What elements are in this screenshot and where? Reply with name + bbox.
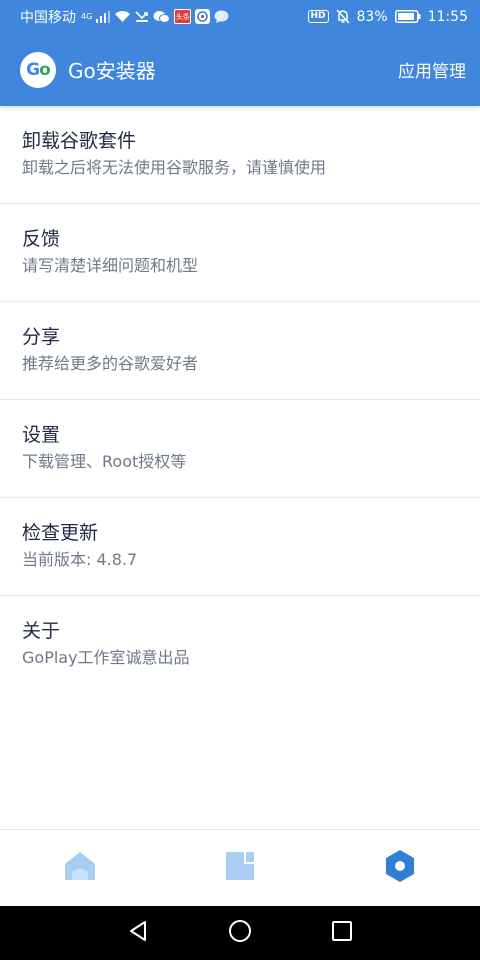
menu-item-title: 关于: [22, 620, 61, 642]
menu-item-subtitle: GoPlay工作室诚意出品: [22, 648, 190, 667]
document-icon: [224, 850, 256, 886]
home-icon: [63, 850, 97, 886]
system-navigation-bar: [0, 906, 480, 960]
clock-time: 11:55: [427, 8, 468, 25]
logo-letter-g: G: [26, 59, 40, 80]
status-left: 中国移动 4G 头条: [20, 7, 229, 27]
carrier-label: 中国移动: [20, 9, 76, 26]
network-type-label: 4G: [81, 12, 93, 21]
menu-item-share[interactable]: 分享 推荐给更多的谷歌爱好者: [0, 302, 480, 400]
battery-percent: 83%: [356, 8, 388, 25]
menu-item-title: 分享: [22, 326, 61, 348]
wechat-icon: [153, 10, 171, 24]
menu-item-subtitle: 推荐给更多的谷歌爱好者: [22, 354, 199, 373]
news-app-icon: 头条: [174, 9, 192, 24]
menu-item-subtitle: 卸载之后将无法使用谷歌服务，请谨慎使用: [22, 158, 327, 177]
back-triangle-icon: [127, 920, 149, 946]
menu-item-feedback[interactable]: 反馈 请写清楚详细问题和机型: [0, 204, 480, 302]
status-bar: 中国移动 4G 头条 HD 83% 11:55: [0, 0, 480, 33]
menu-item-title: 检查更新: [22, 522, 99, 544]
menu-item-subtitle: 请写清楚详细问题和机型: [22, 256, 199, 275]
menu-item-title: 反馈: [22, 228, 61, 250]
nav-document-button[interactable]: [200, 838, 280, 898]
browser-app-icon: [195, 9, 211, 24]
system-recents-button[interactable]: [291, 920, 393, 946]
nav-home-button[interactable]: [40, 838, 120, 898]
menu-item-title: 设置: [22, 424, 61, 446]
app-bar: Go Go安装器 应用管理: [0, 33, 480, 106]
menu-item-check-update[interactable]: 检查更新 当前版本: 4.8.7: [0, 498, 480, 596]
status-right: HD 83% 11:55: [307, 8, 468, 25]
settings-hexagon-icon: [384, 849, 416, 887]
nav-settings-button[interactable]: [360, 838, 440, 898]
app-logo: Go: [20, 51, 56, 88]
news-app-label: 头条: [175, 12, 190, 21]
menu-item-settings[interactable]: 设置 下载管理、Root授权等: [0, 400, 480, 498]
menu-item-title: 卸载谷歌套件: [22, 130, 137, 152]
missed-call-icon: [135, 10, 149, 23]
signal-icon: [96, 10, 111, 23]
app-management-button[interactable]: 应用管理: [398, 57, 466, 82]
menu-item-uninstall-google-suite[interactable]: 卸载谷歌套件 卸载之后将无法使用谷歌服务，请谨慎使用: [0, 106, 480, 204]
hd-badge: HD: [307, 10, 329, 23]
app-title: Go安装器: [68, 59, 156, 83]
message-icon: [214, 10, 229, 24]
wifi-icon: [114, 10, 131, 23]
bottom-navigation: [0, 829, 480, 906]
menu-item-about[interactable]: 关于 GoPlay工作室诚意出品: [0, 596, 480, 694]
battery-icon: [394, 10, 421, 23]
menu-item-subtitle: 当前版本: 4.8.7: [22, 550, 138, 569]
recents-square-icon: [331, 920, 353, 946]
system-back-button[interactable]: [87, 920, 189, 946]
menu-item-subtitle: 下载管理、Root授权等: [22, 452, 187, 471]
logo-letter-o: o: [39, 59, 51, 80]
mute-bell-icon: [335, 9, 350, 24]
home-circle-icon: [228, 919, 252, 947]
settings-menu-list: 卸载谷歌套件 卸载之后将无法使用谷歌服务，请谨慎使用 反馈 请写清楚详细问题和机…: [0, 106, 480, 694]
system-home-button[interactable]: [189, 919, 291, 947]
